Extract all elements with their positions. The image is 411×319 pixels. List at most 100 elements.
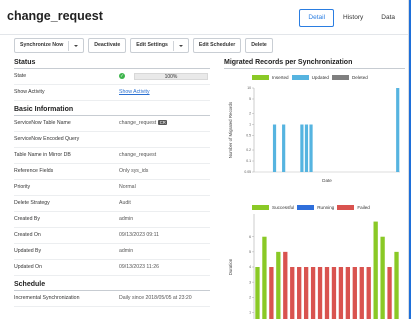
priority-label: Priority: [14, 184, 31, 190]
incremental-sync-row: Incremental Synchronization Daily since …: [14, 291, 210, 307]
y-tick-label: 2: [249, 295, 251, 299]
updated-by-value: admin: [119, 248, 134, 254]
bar-updated: [396, 88, 400, 172]
bar-failed: [331, 267, 337, 319]
updated-by-row: Updated By admin: [14, 244, 210, 260]
table-name-text: change_request: [119, 120, 157, 126]
mirror-table-label: Table Name in Mirror DB: [14, 152, 71, 158]
check-circle-icon: ✓: [119, 73, 125, 79]
edit-settings-button[interactable]: Edit Settings: [130, 38, 189, 53]
bar-failed: [310, 267, 316, 319]
bar-updated: [300, 124, 304, 172]
show-activity-row: Show Activity Show Activity: [14, 85, 210, 101]
delete-strategy-value: Audit: [119, 200, 131, 206]
bar-successful: [276, 251, 281, 319]
x-axis-label: Date: [322, 178, 332, 183]
detail-panel: change_request Detail History Data Synch…: [0, 0, 409, 319]
y-axis-label: Number of Migrated Records: [228, 101, 233, 158]
show-activity-link[interactable]: Show Activity: [119, 85, 150, 100]
bar-failed: [290, 267, 295, 319]
priority-value: Normal: [119, 184, 136, 190]
chevron-down-icon[interactable]: [178, 44, 183, 47]
created-on-value: 09/13/2023 09:11: [119, 232, 159, 238]
bar-successful: [262, 236, 267, 319]
y-tick-label: 0.1: [246, 159, 251, 163]
y-tick-label: 1: [249, 123, 251, 127]
state-label: State: [14, 73, 27, 79]
bar-successful: [255, 267, 260, 319]
page-title: change_request: [7, 9, 103, 23]
bar-updated: [282, 124, 286, 172]
created-by-row: Created By admin: [14, 212, 210, 228]
edit-scheduler-button[interactable]: Edit Scheduler: [192, 38, 242, 53]
updated-on-label: Updated On: [14, 264, 42, 270]
bar-failed: [359, 267, 364, 319]
y-tick-label: 5: [249, 250, 251, 254]
mirror-table-value: change_request: [119, 152, 157, 158]
info-column: Status State ✓ 100% Show Activity Show A…: [14, 54, 210, 307]
delete-strategy-row: Delete Strategy Audit: [14, 196, 210, 212]
y-tick-label: 6: [249, 235, 251, 239]
sync-progress-bar: 100%: [134, 73, 208, 80]
bar-failed: [283, 251, 288, 319]
encoded-query-row: ServiceNow Encoded Query: [14, 132, 210, 148]
synchronize-now-button[interactable]: Synchronize Now: [14, 38, 85, 53]
incremental-sync-label: Incremental Synchronization: [14, 295, 80, 301]
table-name-label: ServiceNow Table Name: [14, 120, 71, 126]
bar-updated: [309, 124, 313, 172]
bar-failed: [366, 267, 371, 319]
header-bar: change_request Detail History Data: [0, 0, 408, 35]
bar-failed: [338, 267, 344, 319]
show-activity-label: Show Activity: [14, 89, 45, 95]
delete-strategy-label: Delete Strategy: [14, 200, 50, 206]
state-row: State ✓ 100%: [14, 69, 210, 85]
created-on-label: Created On: [14, 232, 41, 238]
encoded-query-label: ServiceNow Encoded Query: [14, 136, 80, 142]
priority-row: Priority Normal: [14, 180, 210, 196]
updated-on-row: Updated On 09/13/2023 11:26: [14, 260, 210, 276]
bar-failed: [387, 267, 392, 319]
delete-button[interactable]: Delete: [245, 38, 273, 53]
bar-successful: [373, 221, 378, 319]
bar-failed: [303, 267, 309, 319]
table-tag-badge: CR: [158, 119, 168, 126]
bar-failed: [297, 267, 302, 319]
tab-detail[interactable]: Detail: [299, 9, 335, 27]
bar-updated: [272, 124, 277, 172]
toolbar: Synchronize Now Deactivate Edit Settings…: [14, 38, 273, 53]
reference-fields-label: Reference Fields: [14, 168, 54, 174]
reference-fields-row: Reference Fields Only sys_ids: [14, 164, 210, 180]
y-tick-label: 0.5: [246, 134, 251, 138]
y-tick-label: 0.2: [246, 148, 251, 152]
y-tick-label: 10: [247, 86, 251, 90]
mirror-table-row: Table Name in Mirror DB change_request: [14, 148, 210, 164]
charts-title: Migrated Records per Synchronization: [224, 54, 405, 69]
basic-info-section-title: Basic Information: [14, 101, 210, 116]
records-chart-svg: 10 5 2 1 0.5 0.2 0.1 0.05 Number of Migrated Rec…: [228, 86, 400, 183]
reference-fields-value: Only sys_ids: [119, 168, 149, 174]
created-by-value: admin: [119, 216, 134, 222]
duration-chart: Successful Running Failed 6 5 4 3 2 1 Duration…: [224, 202, 405, 319]
created-by-label: Created By: [14, 216, 40, 222]
divider: [68, 40, 70, 51]
tab-history[interactable]: History: [334, 9, 372, 27]
charts-column: Migrated Records per Synchronization Ins…: [224, 54, 405, 319]
tab-data[interactable]: Data: [372, 9, 404, 27]
bar-failed: [345, 267, 351, 319]
y-tick-label: 0.05: [244, 170, 251, 174]
created-on-row: Created On 09/13/2023 09:11: [14, 228, 210, 244]
updated-by-label: Updated By: [14, 248, 42, 254]
table-name-value: change_request CR: [119, 116, 168, 131]
bar-failed: [317, 267, 323, 319]
tab-bar: Detail History Data: [299, 9, 404, 27]
duration-chart-svg: 654321DurationDate: [228, 214, 399, 319]
updated-on-value: 09/13/2023 11:26: [119, 264, 159, 270]
schedule-section-title: Schedule: [14, 276, 210, 291]
chevron-down-icon[interactable]: [74, 44, 79, 47]
records-chart: Inserted Updated Deleted 10 5 2 1 0.5 0.2 0.1 0…: [224, 72, 405, 192]
incremental-sync-value: Daily since 2018/05/05 at 23:20: [119, 295, 192, 301]
y-tick-label: 1: [249, 311, 251, 315]
deactivate-button[interactable]: Deactivate: [88, 38, 127, 53]
bar-successful: [394, 251, 399, 319]
bar-failed: [352, 267, 357, 319]
